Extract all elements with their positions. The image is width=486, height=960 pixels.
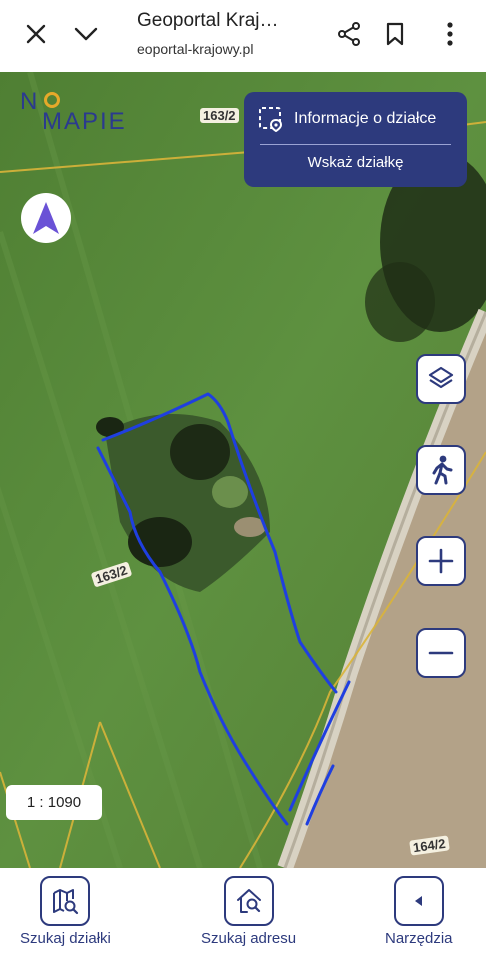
- share-icon[interactable]: [329, 14, 369, 54]
- parcel-label: 163/2: [200, 108, 239, 123]
- bookmark-icon[interactable]: [375, 14, 415, 54]
- layers-icon: [428, 366, 454, 389]
- zoom-out-button[interactable]: [416, 628, 466, 678]
- tools-button[interactable]: [393, 876, 444, 926]
- home-search-icon: [236, 889, 261, 913]
- tools-nav[interactable]: Narzędzia: [385, 876, 453, 947]
- more-vert-icon[interactable]: [430, 14, 470, 54]
- search-parcel-button[interactable]: [40, 876, 91, 926]
- satellite-imagery: [0, 72, 486, 868]
- bottom-navigation: Szukaj działki Szukaj adresu Narzędzia: [0, 868, 486, 960]
- search-parcel-label: Szukaj działki: [20, 930, 111, 947]
- logo: N MAPIE: [20, 90, 127, 135]
- caret-left-icon: [414, 896, 422, 906]
- map-search-icon: [53, 889, 79, 915]
- compass-button[interactable]: [21, 193, 71, 243]
- pedestrian-icon: [432, 455, 453, 485]
- logo-line1: N: [20, 88, 40, 115]
- scale-indicator: 1 : 1090: [6, 785, 102, 820]
- tools-label: Narzędzia: [385, 930, 453, 947]
- layers-button[interactable]: [416, 354, 466, 404]
- zoom-in-icon: [428, 548, 454, 574]
- chevron-down-icon[interactable]: [66, 14, 106, 54]
- parcel-info-panel: Informacje o działce Wskaż działkę: [244, 92, 467, 187]
- street-view-button[interactable]: [416, 445, 466, 495]
- pin-icon: [44, 92, 60, 108]
- search-address-label: Szukaj adresu: [201, 930, 297, 947]
- parcel-info-label: Informacje o działce: [294, 110, 437, 127]
- close-icon[interactable]: [16, 14, 56, 54]
- logo-line2: MAPIE: [42, 108, 127, 135]
- divider: [260, 144, 451, 145]
- browser-toolbar: Geoportal Kraj… eoportal-krajowy.pl: [0, 0, 486, 72]
- search-address-nav[interactable]: Szukaj adresu: [201, 876, 296, 947]
- search-parcel-nav[interactable]: Szukaj działki: [20, 876, 111, 947]
- parcel-info-button[interactable]: Informacje o działce: [258, 106, 436, 132]
- select-area-icon: [259, 107, 283, 132]
- page-title: Geoportal Kraj…: [137, 10, 279, 31]
- map-view[interactable]: 163/2 163/2 164/2: [0, 72, 486, 868]
- zoom-out-icon: [428, 651, 454, 655]
- zoom-in-button[interactable]: [416, 536, 466, 586]
- navigation-arrow-icon: [33, 202, 59, 234]
- select-parcel-button[interactable]: Wskaż działkę: [244, 154, 467, 171]
- search-address-button[interactable]: [223, 876, 274, 926]
- page-url: eoportal-krajowy.pl: [137, 41, 254, 57]
